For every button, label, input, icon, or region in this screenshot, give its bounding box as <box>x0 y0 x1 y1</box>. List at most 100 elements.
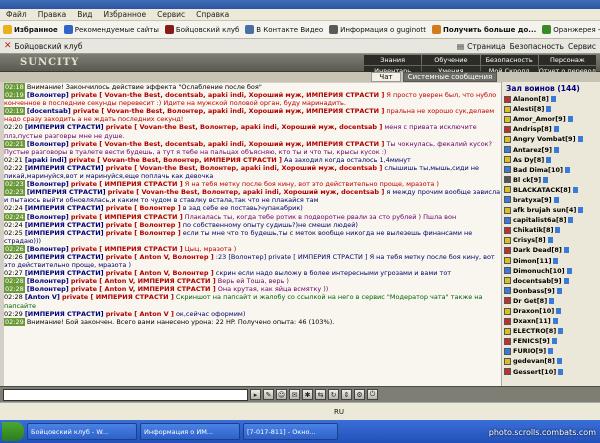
settings-button[interactable]: ⚙ <box>354 389 365 400</box>
smiles-button[interactable]: ☺ <box>276 389 287 400</box>
info-icon[interactable] <box>563 277 569 284</box>
player-name[interactable]: Angry Vombat[9] <box>513 135 576 143</box>
player-row[interactable]: Dimon[11] <box>502 256 600 266</box>
message-sender[interactable]: [Волонтер] <box>27 91 69 99</box>
message-time[interactable]: 02:29 <box>4 317 25 326</box>
player-row[interactable]: bratyxa[9] <box>502 195 600 205</box>
menu-view[interactable]: Вид <box>77 10 92 19</box>
player-row[interactable]: capitalist6a[8] <box>502 215 600 225</box>
player-row[interactable]: Angry Vombat[9] <box>502 134 600 144</box>
message-time[interactable]: 02:28 <box>4 293 23 301</box>
player-name[interactable]: Gessert[10] <box>513 368 556 376</box>
player-name[interactable]: Dxaxn[11] <box>513 317 551 325</box>
taskbar-item-window[interactable]: [7-017-811] - Окно... <box>243 423 338 440</box>
safety-menu[interactable]: Безопасность <box>510 42 564 51</box>
message-sender[interactable]: [ИМПЕРИЯ СТРАСТИ] <box>25 221 104 229</box>
player-row[interactable]: Draxon[10] <box>502 306 600 316</box>
info-icon[interactable] <box>553 257 559 264</box>
player-row[interactable]: Dr Get[8] <box>502 296 600 306</box>
info-icon[interactable] <box>553 126 559 133</box>
player-row[interactable]: gedevan[8] <box>502 356 600 366</box>
message-time[interactable]: 02:19 <box>4 107 25 116</box>
tab-system-messages[interactable]: Системные сообщения <box>403 72 497 82</box>
message-sender[interactable]: [ИМПЕРИЯ СТРАСТИ] <box>25 310 104 318</box>
favorite-link[interactable]: В Контакте Видео <box>245 25 323 34</box>
clear-button[interactable]: ✎ <box>263 389 274 400</box>
favorite-link[interactable]: Рекомендуемые сайты <box>63 25 159 34</box>
player-name[interactable]: Antarez[9] <box>513 146 552 154</box>
taskbar-item-info[interactable]: Информация о ИМ... <box>140 423 240 440</box>
player-name[interactable]: Chikatik[8] <box>513 226 553 234</box>
message-time[interactable]: 02:24 <box>4 204 23 212</box>
favorite-link[interactable]: Информация о guginott <box>329 25 426 34</box>
player-row[interactable]: Bl ck[9] <box>502 175 600 185</box>
player-row[interactable]: Andrisp[8] <box>502 124 600 134</box>
message-sender[interactable]: [docentsab] <box>27 107 71 115</box>
player-row[interactable]: Dxaxn[11] <box>502 316 600 326</box>
message-time[interactable]: 02:21 <box>4 156 23 164</box>
player-row[interactable]: Chikatik[8] <box>502 225 600 235</box>
info-icon[interactable] <box>550 96 556 103</box>
info-icon[interactable] <box>556 308 562 315</box>
info-icon[interactable] <box>546 156 552 163</box>
filter-button[interactable]: ✱ <box>302 389 313 400</box>
game-nav-item[interactable]: Безопасность <box>480 55 538 65</box>
menu-help[interactable]: Справка <box>196 10 229 19</box>
message-sender[interactable]: [Волонтер] <box>27 140 69 148</box>
info-icon[interactable] <box>552 318 558 325</box>
player-row[interactable]: FENICS[9] <box>502 336 600 346</box>
player-row[interactable]: Antarez[9] <box>502 144 600 154</box>
info-icon[interactable] <box>578 207 584 214</box>
info-icon[interactable] <box>568 217 574 224</box>
game-nav-item[interactable]: Знания <box>364 55 422 65</box>
info-icon[interactable] <box>558 328 564 335</box>
message-sender[interactable]: [ИМПЕРИЯ СТРАСТИ] <box>25 204 104 212</box>
menu-edit[interactable]: Правка <box>38 10 67 19</box>
player-name[interactable]: Draxon[10] <box>513 307 554 315</box>
send-button[interactable]: ▸ <box>250 389 261 400</box>
message-time[interactable]: 02:19 <box>4 91 25 100</box>
player-name[interactable]: afk brujah sun[4] <box>513 206 576 214</box>
message-time[interactable]: 02:23 <box>4 180 25 189</box>
player-row[interactable]: Alanon[8] <box>502 94 600 104</box>
exit-button[interactable]: ⏻ <box>367 389 378 400</box>
player-row[interactable]: Dark Dead[8] <box>502 245 600 255</box>
message-sender[interactable]: [Волонтер] <box>27 180 69 188</box>
message-time[interactable]: 02:28 <box>4 277 25 286</box>
info-icon[interactable] <box>565 166 571 173</box>
player-row[interactable]: Gessert[10] <box>502 367 600 377</box>
menu-file[interactable]: Файл <box>6 10 27 19</box>
message-sender[interactable]: [Волонтер] <box>27 277 69 285</box>
message-time[interactable]: 02:29 <box>4 310 23 318</box>
player-row[interactable]: afk brujah sun[4] <box>502 205 600 215</box>
player-name[interactable]: gedevan[8] <box>513 357 555 365</box>
chat-input[interactable] <box>3 388 248 401</box>
player-row[interactable]: ELECTRO[8] <box>502 326 600 336</box>
player-row[interactable]: Bad Dima[10] <box>502 165 600 175</box>
player-name[interactable]: Dimonuch[10] <box>513 267 565 275</box>
player-name[interactable]: As Dy[8] <box>513 156 544 164</box>
page-menu[interactable]: ▤ Страница <box>457 42 506 51</box>
player-row[interactable]: FURIO[9] <box>502 346 600 356</box>
message-time[interactable]: 02:24 <box>4 221 23 229</box>
info-icon[interactable] <box>556 358 562 365</box>
message-sender[interactable]: [Anton V] <box>25 293 60 301</box>
browser-tab[interactable]: ✕ Бойцовский клуб <box>4 41 82 51</box>
favorite-link[interactable]: Избранное <box>3 25 58 34</box>
info-icon[interactable] <box>548 348 554 355</box>
tab-chat[interactable]: Чат <box>371 72 401 82</box>
start-button[interactable] <box>2 422 24 441</box>
message-sender[interactable]: [ИМПЕРИЯ СТРАСТИ] <box>25 123 104 131</box>
player-name[interactable]: FENICS[9] <box>513 337 550 345</box>
player-name[interactable]: Dimon[11] <box>513 257 551 265</box>
message-sender[interactable]: [ИМПЕРИЯ СТРАСТИ] <box>27 188 106 196</box>
player-name[interactable]: BLACKATACK[8] <box>513 186 571 194</box>
info-icon[interactable] <box>551 338 557 345</box>
player-name[interactable]: docentsab[9] <box>513 277 562 285</box>
favorite-link[interactable]: Получить больше до... <box>431 25 536 34</box>
player-name[interactable]: Dr Get[8] <box>513 297 547 305</box>
tools-menu[interactable]: Сервис <box>568 42 600 51</box>
translit-button[interactable]: ⇆ <box>315 389 326 400</box>
player-row[interactable]: Amor_Amor[9] <box>502 114 600 124</box>
message-time[interactable]: 02:24 <box>4 212 25 221</box>
